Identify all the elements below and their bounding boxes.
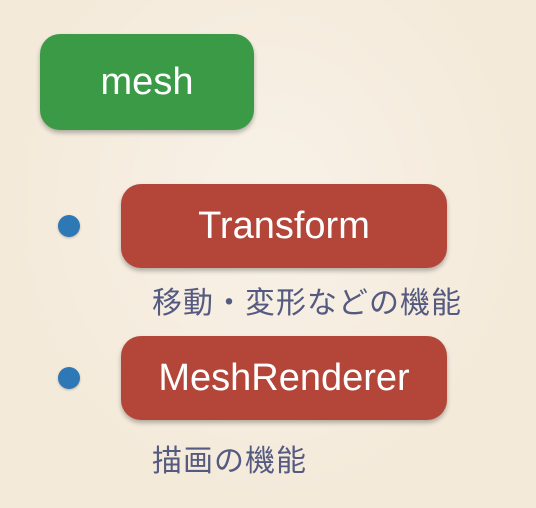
meshrenderer-description: 描画の機能	[152, 444, 307, 479]
transform-component-label: Transform	[198, 204, 370, 247]
bullet-dot-icon	[58, 367, 80, 389]
mesh-node-label: mesh	[100, 60, 194, 103]
diagram-canvas: mesh Transform 移動・変形などの機能 MeshRenderer 描…	[0, 0, 536, 508]
meshrenderer-component-node: MeshRenderer	[121, 336, 447, 420]
meshrenderer-component-label: MeshRenderer	[158, 356, 410, 399]
transform-description: 移動・変形などの機能	[152, 286, 462, 321]
bullet-dot-icon	[58, 215, 80, 237]
transform-component-node: Transform	[121, 184, 447, 268]
mesh-node: mesh	[40, 34, 254, 130]
